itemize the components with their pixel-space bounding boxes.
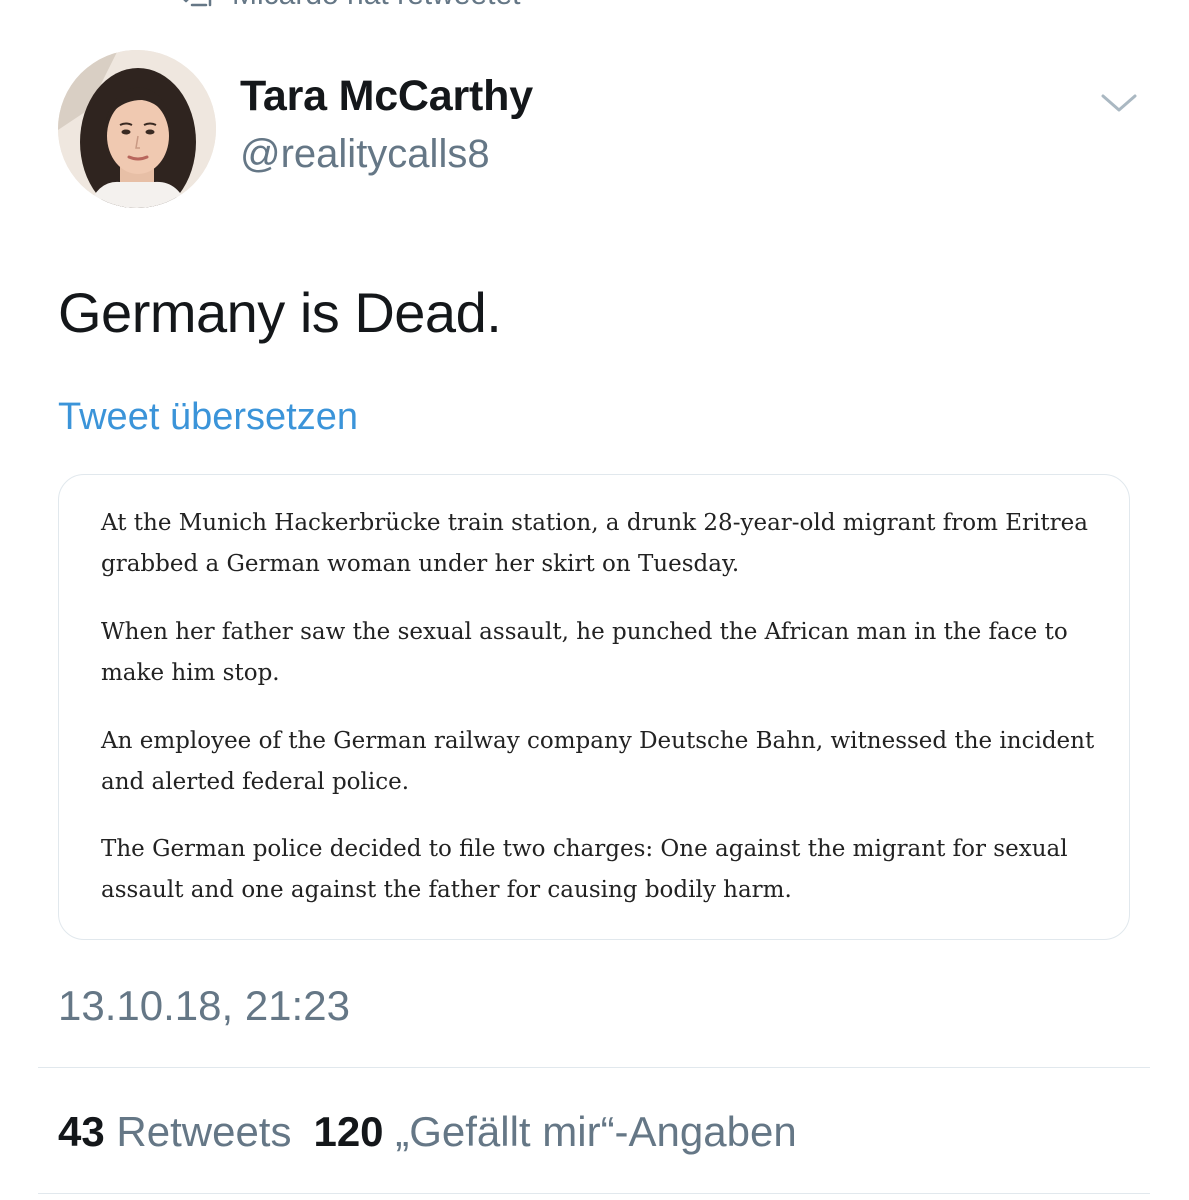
translate-tweet-link[interactable]: Tweet übersetzen: [58, 396, 358, 439]
tweet-stats: 43 Retweets 120 „Gefällt mir“-Angaben: [58, 1108, 797, 1156]
retweet-context-text[interactable]: Micardo hat retweetet: [232, 0, 520, 12]
article-line: and alerted federal police.: [101, 769, 410, 795]
author-name[interactable]: Tara McCarthy: [240, 72, 533, 121]
author-handle[interactable]: @realitycalls8: [240, 132, 490, 177]
article-line: make him stop.: [101, 660, 280, 686]
retweets-label: Retweets: [116, 1108, 292, 1155]
likes-stat[interactable]: 120 „Gefällt mir“-Angaben: [313, 1108, 796, 1155]
retweet-context: Micardo hat retweetet: [180, 0, 520, 12]
avatar[interactable]: [58, 50, 216, 208]
likes-label: „Gefällt mir“-Angaben: [395, 1108, 797, 1155]
retweet-icon: [180, 0, 218, 9]
article-line: When her father saw the sexual assault, …: [101, 619, 1068, 645]
article-line: An employee of the German railway compan…: [101, 728, 1095, 754]
article-line: assault and one against the father for c…: [101, 877, 792, 903]
article-paragraph: The German police decided to file two ch…: [101, 829, 1111, 911]
article-paragraph: An employee of the German railway compan…: [101, 721, 1111, 803]
article-line: grabbed a German woman under her skirt o…: [101, 551, 740, 577]
article-line: The German police decided to file two ch…: [101, 836, 1068, 862]
divider: [38, 1193, 1150, 1194]
retweets-stat[interactable]: 43 Retweets: [58, 1108, 291, 1155]
likes-count: 120: [313, 1108, 384, 1155]
retweets-count: 43: [58, 1108, 105, 1155]
article-paragraph: At the Munich Hackerbrücke train station…: [101, 503, 1111, 585]
article-paragraph: When her father saw the sexual assault, …: [101, 612, 1111, 694]
tweet-image-card[interactable]: At the Munich Hackerbrücke train station…: [58, 474, 1130, 940]
divider: [38, 1067, 1150, 1068]
tweet-text: Germany is Dead.: [58, 281, 502, 344]
chevron-down-icon[interactable]: [1098, 88, 1140, 118]
article-line: At the Munich Hackerbrücke train station…: [101, 510, 1088, 536]
tweet-detail-page: Micardo hat retweetet Tara McCarthy @rea…: [0, 0, 1189, 1200]
profile-photo: [58, 50, 216, 208]
tweet-timestamp: 13.10.18, 21:23: [58, 982, 350, 1029]
